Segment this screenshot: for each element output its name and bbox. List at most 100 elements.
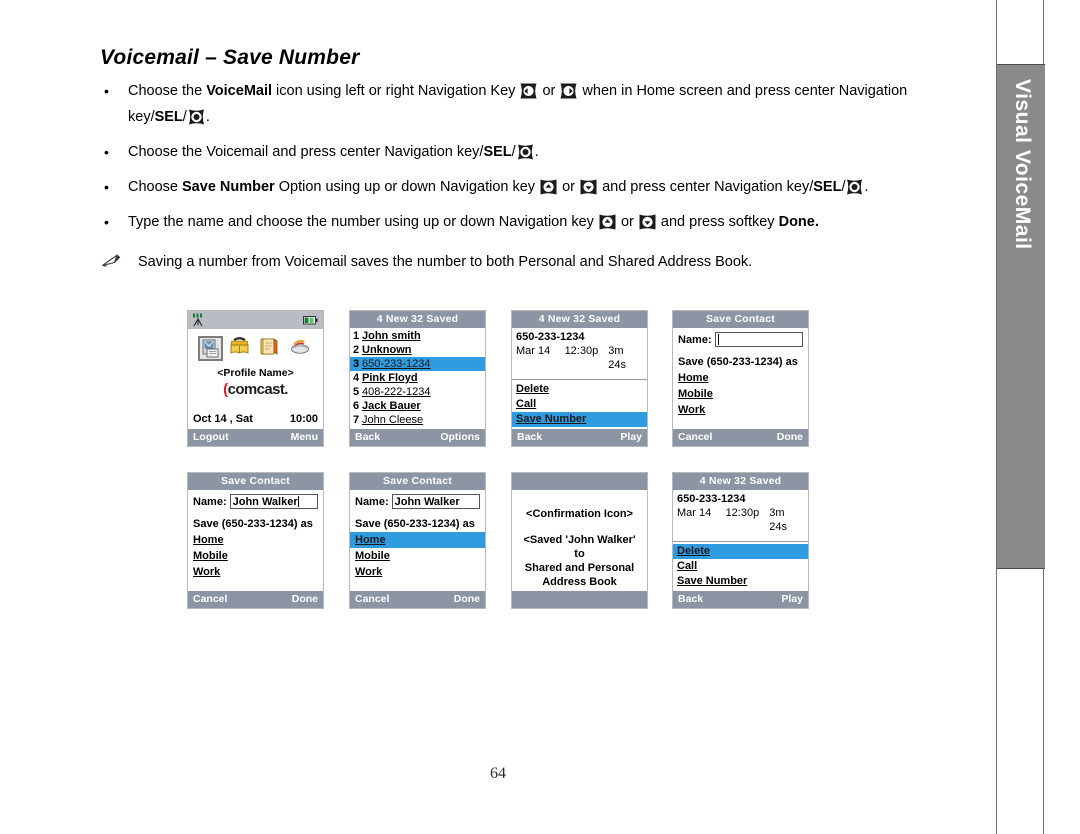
voicemail-list-item[interactable]: 3 650-233-1234 [350, 357, 485, 371]
voicemail-list-item[interactable]: 5 408-222-1234 [350, 385, 485, 399]
signal-icon [192, 313, 205, 330]
voicemail-detail-delete-screen: 4 New 32 Saved 650-233-1234 Mar 14 12:30… [672, 472, 809, 609]
save-as-option-item[interactable]: Home [188, 532, 323, 548]
voicemail-option-item[interactable]: Delete [512, 382, 647, 397]
list-item-label: John Cleese [362, 414, 424, 426]
option-label: Save Number [516, 413, 587, 425]
confirmation-message-line: <Saved 'John Walker' to [523, 534, 636, 560]
save-contact-body: Name: John Walker Save (650-233-1234) as… [188, 490, 323, 591]
save-contact-softkey-bar: Cancel Done [350, 591, 485, 608]
voicemail-options: Delete Call Save Number [512, 380, 647, 427]
name-input[interactable]: John Walker [229, 494, 318, 509]
browser-icon[interactable] [288, 336, 313, 361]
save-as-option-item[interactable]: Home [350, 532, 485, 548]
confirmation-icon-placeholder: <Confirmation Icon> [526, 508, 633, 520]
detail-softkey-bar: Back Play [512, 429, 647, 446]
emphasis-text: SEL [154, 109, 183, 125]
softkey-left[interactable]: Cancel [678, 429, 712, 446]
option-label: Delete [516, 383, 550, 395]
step-text: and press softkey [656, 214, 779, 230]
screen-title: Save Contact [188, 473, 323, 490]
nav-key-left-icon [519, 82, 538, 100]
voicemail-list-body: 1 John smith 2 Unknown 3 650-233-1234 4 Pink Fl… [350, 328, 485, 429]
save-as-option-item[interactable]: Mobile [350, 548, 485, 564]
voicemail-time: 12:30p [564, 345, 599, 357]
voicemail-option-item[interactable]: Save Number [512, 412, 647, 427]
nav-key-up-icon [598, 213, 617, 231]
voicemail-detail-body: 650-233-1234 Mar 14 12:30p 3m 24s Delete… [512, 328, 647, 429]
voicemail-list-item[interactable]: 2 Unknown [350, 343, 485, 357]
voicemail-icon[interactable] [198, 335, 224, 361]
voicemail-option-item[interactable]: Call [512, 397, 647, 412]
softkey-right[interactable]: Play [620, 429, 642, 446]
save-as-option-item[interactable]: Work [673, 402, 808, 418]
page-number: 64 [490, 765, 506, 782]
nav-key-down-icon [638, 213, 657, 231]
save-as-option-item[interactable]: Mobile [673, 386, 808, 402]
softkey-right[interactable]: Options [440, 429, 480, 446]
voicemail-duration: 3m 24s [769, 507, 787, 533]
softkey-right[interactable]: Done [454, 591, 480, 608]
emphasis-text: SEL [813, 179, 842, 195]
voicemail-option-item[interactable]: Save Number [673, 574, 808, 589]
softkey-left[interactable]: Cancel [193, 591, 227, 608]
voicemail-list-item[interactable]: 1 John smith [350, 329, 485, 343]
messages-icon[interactable] [258, 336, 283, 361]
save-as-option-item[interactable]: Work [350, 564, 485, 580]
step-text: . [205, 109, 210, 125]
softkey-left[interactable]: Back [355, 429, 380, 446]
name-label: Name: [678, 333, 712, 346]
list-item-index: 6 [353, 400, 360, 412]
softkey-left[interactable]: Back [678, 591, 703, 608]
voicemail-list-item[interactable]: 4 Pink Floyd [350, 371, 485, 385]
save-contact-home-selected-screen: Save Contact Name: John Walker Save (650… [349, 472, 486, 609]
softkey-right[interactable]: Done [292, 591, 318, 608]
voicemail-list-item[interactable]: 7 John Cleese [350, 413, 485, 427]
logo-text: comcast. [227, 381, 289, 398]
step-text: or [538, 83, 560, 99]
screen-title: Save Contact [350, 473, 485, 490]
save-as-label: Save (650-233-1234) as [193, 518, 313, 530]
nav-key-right-icon [559, 82, 578, 100]
save-as-option-item[interactable]: Work [188, 564, 323, 580]
softkey-left[interactable]: Cancel [355, 591, 389, 608]
home-date-row: Oct 14 , Sat 10:00 [193, 413, 318, 425]
voicemail-list-screen: 4 New 32 Saved 1 John smith 2 Unknown 3 650-2… [349, 310, 486, 447]
side-tab-visual-voicemail[interactable]: Visual VoiceMail [997, 64, 1045, 569]
document-page: Voicemail – Save Number Choose the Voice… [0, 0, 996, 834]
list-item-label: John smith [362, 330, 421, 342]
softkey-left[interactable]: Logout [193, 429, 229, 446]
address-book-icon[interactable] [228, 336, 253, 361]
battery-icon [303, 316, 318, 328]
list-item-label: 650-233-1234 [362, 358, 431, 370]
option-label: Work [193, 566, 221, 578]
name-label: Name: [355, 495, 389, 508]
name-row: Name: [673, 328, 808, 347]
name-input[interactable] [714, 332, 803, 347]
save-as-option-item[interactable]: Home [673, 370, 808, 386]
save-as-options: Home Mobile Work [673, 370, 808, 418]
save-as-options: Home Mobile Work [188, 532, 323, 580]
screen-title: 4 New 32 Saved [350, 311, 485, 328]
softkey-right[interactable]: Play [781, 591, 803, 608]
screen-title: 4 New 32 Saved [512, 311, 647, 328]
step-text: . [534, 144, 539, 160]
voicemail-option-item[interactable]: Call [673, 559, 808, 574]
text-caret [717, 334, 719, 345]
option-label: Home [355, 534, 386, 546]
voicemail-option-item[interactable]: Delete [673, 544, 808, 559]
emphasis-text: Save Number [182, 179, 275, 195]
softkey-left[interactable]: Back [517, 429, 542, 446]
vmlist-softkey-bar: Back Options [350, 429, 485, 446]
confirmation-softkey-bar [512, 591, 647, 608]
softkey-right[interactable]: Done [777, 429, 803, 446]
name-input[interactable]: John Walker [391, 494, 480, 509]
step-item: Choose the Voicemail and press center Na… [100, 139, 920, 165]
save-as-option-item[interactable]: Mobile [188, 548, 323, 564]
confirmation-body: <Confirmation Icon> <Saved 'John Walker'… [512, 490, 647, 591]
softkey-right[interactable]: Menu [291, 429, 318, 446]
confirmation-message-line: Address Book [542, 576, 617, 588]
voicemail-number: 650-233-1234 [516, 331, 585, 343]
voicemail-list-item[interactable]: 6 Jack Bauer [350, 399, 485, 413]
option-label: Mobile [355, 550, 390, 562]
